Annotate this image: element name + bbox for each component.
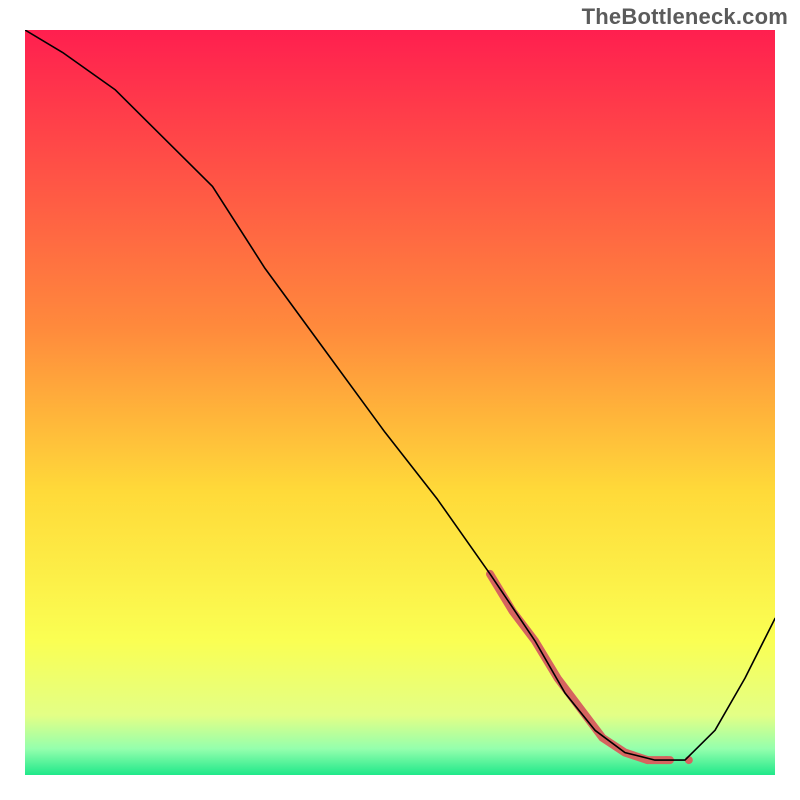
watermark-text: TheBottleneck.com (582, 4, 788, 30)
chart-container: TheBottleneck.com (0, 0, 800, 800)
gradient-background (25, 30, 775, 775)
chart-svg (25, 30, 775, 775)
plot-area (25, 30, 775, 775)
